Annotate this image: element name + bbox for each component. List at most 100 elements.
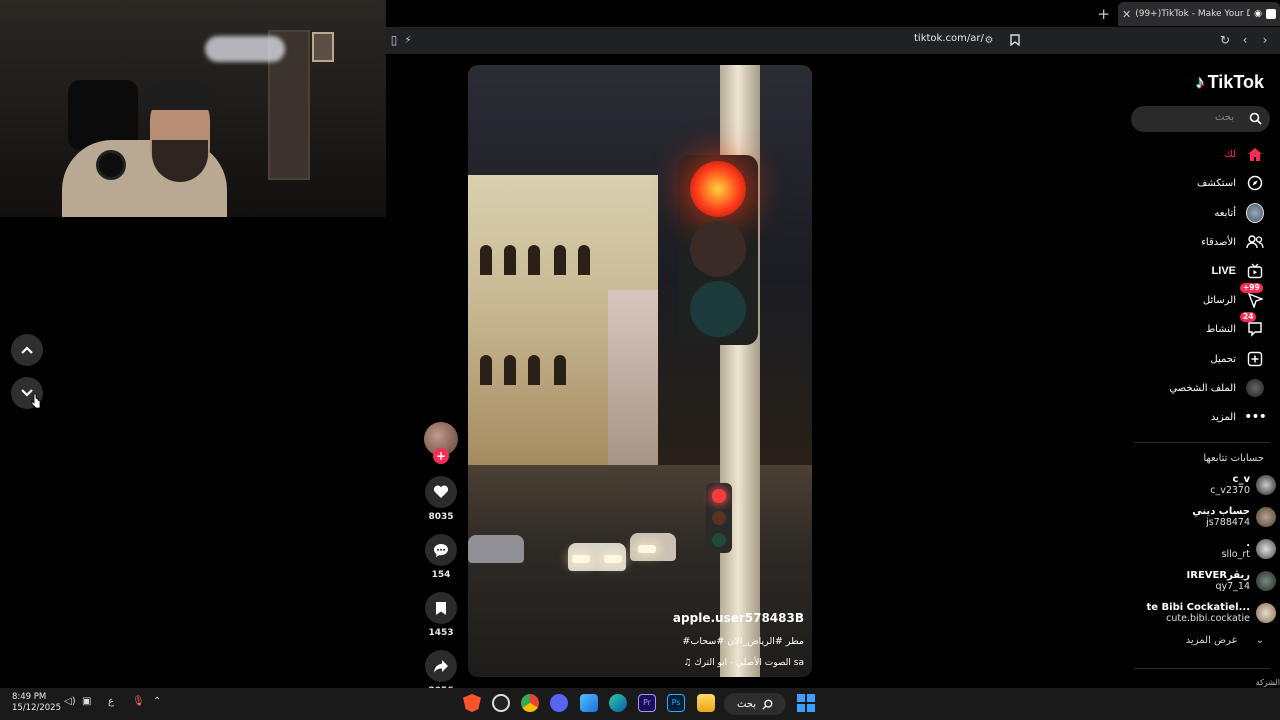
sidebar-item-label: لك: [1224, 148, 1236, 160]
forward-icon[interactable]: ›: [1257, 32, 1273, 48]
follow-plus-icon[interactable]: +: [433, 448, 449, 464]
taskbar-search-label: بحث: [736, 698, 757, 710]
volume-icon[interactable]: ◁): [64, 696, 76, 707]
webcam-picture-frame: [312, 32, 334, 62]
taskbar-search[interactable]: بحث: [724, 693, 786, 715]
search-input[interactable]: بحث: [1131, 106, 1270, 132]
sidebar-item-label: LIVE: [1211, 265, 1236, 277]
save-count: 1453: [428, 628, 454, 638]
creator-avatar[interactable]: +: [424, 422, 458, 464]
input-language[interactable]: ع: [108, 696, 114, 707]
sidebar-item-upload[interactable]: تحميل: [1210, 348, 1264, 370]
start-menu-icon[interactable]: [797, 694, 815, 712]
search-icon[interactable]: [1249, 112, 1262, 125]
shield-icon[interactable]: ⚡: [400, 32, 416, 48]
followed-account[interactable]: IREVERريڤر qy7_14: [1187, 567, 1276, 595]
tiktok-logo[interactable]: ♪ TikTok: [1196, 72, 1264, 93]
sidebar-item-label: تحميل: [1210, 353, 1236, 365]
activity-icon: 24: [1240, 312, 1264, 338]
show-more-button[interactable]: عرض المزيد ⌄: [1186, 635, 1264, 646]
photoshop-icon[interactable]: Ps: [667, 694, 685, 712]
bookmark-icon: [436, 601, 446, 615]
browser-tabbar: + ✕ (99+)TikTok - Make Your Day ◉: [386, 0, 1280, 27]
taskbar-clock[interactable]: 8:49 PM 15/12/2025: [12, 692, 61, 714]
bookmark-icon[interactable]: [1007, 32, 1023, 48]
sidebar-item-live[interactable]: LIVE: [1212, 260, 1264, 282]
screen: + ✕ (99+)TikTok - Make Your Day ◉ ▯ ⚡ ti…: [0, 0, 1280, 720]
sidebar-item-more[interactable]: المزيد •••: [1210, 406, 1267, 428]
new-tab-icon[interactable]: +: [1097, 5, 1110, 23]
activity-badge: 24: [1240, 312, 1257, 322]
show-more-label: عرض المزيد: [1185, 635, 1238, 646]
followed-account[interactable]: c_v c_v2370: [1210, 471, 1276, 499]
tiktok-favicon-icon: [1266, 9, 1276, 19]
obs-icon[interactable]: [492, 694, 510, 712]
address-bar: ▯ ⚡ tiktok.com/ar/ ⚙ ↻ ‹ ›: [386, 27, 1280, 54]
sidebar-item-profile[interactable]: الملف الشخصي: [1169, 377, 1264, 399]
home-icon: [1246, 145, 1264, 163]
url-text[interactable]: tiktok.com/ar/: [914, 33, 984, 44]
webcam-person-cap: [140, 82, 220, 110]
network-icon[interactable]: ▣: [82, 696, 91, 707]
file-explorer-icon[interactable]: [697, 694, 715, 712]
mouse-cursor-icon: [31, 393, 41, 409]
sidebar-item-for-you[interactable]: لك: [1225, 143, 1264, 165]
taskbar: 8:49 PM 15/12/2025 ◁) ▣ ع 🎙︎ ⌃ Pr Ps بحث: [0, 688, 1280, 720]
followed-account[interactable]: حساب ديني js788474: [1192, 503, 1276, 531]
save-button[interactable]: [425, 592, 457, 624]
tiktok-sidebar: ♪ TikTok بحث لك استكشف أتابعه الأصدقاء L…: [1130, 54, 1280, 694]
back-icon[interactable]: ‹: [1237, 32, 1253, 48]
account-name: IREVERريڤر: [1186, 570, 1250, 581]
sidebar-item-label: الأصدقاء: [1201, 236, 1236, 248]
account-name: c_v: [1232, 474, 1250, 485]
edge-icon[interactable]: [609, 694, 627, 712]
previous-video-button[interactable]: [11, 334, 43, 366]
video-description[interactable]: #مطر #الرياض_الان #سحاب: [682, 636, 804, 647]
tray-expand-icon[interactable]: ⌃: [153, 696, 161, 707]
microphone-icon[interactable]: 🎙︎: [132, 696, 145, 707]
sidebar-item-label: المزيد: [1210, 411, 1236, 423]
comment-button[interactable]: [425, 534, 457, 566]
video-music[interactable]: ♫ الصوت الأصلي - ابو الترك sa: [683, 658, 804, 668]
video-actions: + 8035 154 1453 2056: [424, 422, 458, 708]
premiere-icon[interactable]: Pr: [638, 694, 656, 712]
account-username: js788474: [1206, 517, 1250, 528]
chevron-up-icon: [21, 346, 33, 354]
followed-account[interactable]: . sllo_rt: [1222, 535, 1276, 563]
video-player[interactable]: apple.user578483B #مطر #الرياض_الان #سحا…: [468, 65, 812, 677]
sidebar-item-explore[interactable]: استكشف: [1197, 172, 1264, 194]
video-small-signal: [706, 483, 732, 553]
sidebar-item-friends[interactable]: الأصدقاء: [1201, 231, 1264, 253]
company-link[interactable]: الشركة: [1256, 678, 1280, 687]
site-settings-icon[interactable]: ⚙: [981, 32, 997, 48]
search-icon: [762, 699, 773, 710]
share-button[interactable]: [425, 650, 457, 682]
clock-time: 8:49 PM: [12, 692, 47, 702]
followed-account[interactable]: te Bibi Cockatiel... cute.bibi.cockatie: [1146, 599, 1276, 627]
browser-tab[interactable]: ✕ (99+)TikTok - Make Your Day ◉: [1118, 2, 1280, 26]
avatar: [1256, 571, 1276, 591]
discord-icon[interactable]: [550, 694, 568, 712]
reload-icon[interactable]: ↻: [1217, 32, 1233, 48]
mute-tab-icon[interactable]: ◉: [1254, 9, 1262, 19]
close-tab-icon[interactable]: ✕: [1122, 8, 1131, 21]
comment-count: 154: [431, 570, 451, 580]
profile-icon: [1246, 379, 1264, 397]
chevron-down-icon: ⌄: [1255, 635, 1264, 646]
sidebar-divider: [1134, 442, 1270, 443]
chrome-icon[interactable]: [521, 694, 539, 712]
following-avatar-icon: [1246, 203, 1264, 223]
sidebar-item-messages[interactable]: الرسائل +99: [1203, 283, 1264, 311]
more-icon: •••: [1244, 409, 1267, 425]
upload-icon: [1246, 350, 1264, 368]
webcam-neon-sign: [205, 36, 285, 62]
sidebar-item-following[interactable]: أتابعه: [1214, 202, 1264, 224]
task-view-icon[interactable]: [580, 694, 598, 712]
account-name: حساب ديني: [1192, 506, 1250, 517]
like-button[interactable]: [425, 476, 457, 508]
live-icon: [1246, 262, 1264, 280]
video-author[interactable]: apple.user578483B: [673, 611, 804, 625]
sidebar-item-label: استكشف: [1197, 177, 1236, 189]
sidebar-item-activity[interactable]: النشاط 24: [1206, 312, 1264, 340]
brave-browser-icon[interactable]: [463, 694, 481, 712]
